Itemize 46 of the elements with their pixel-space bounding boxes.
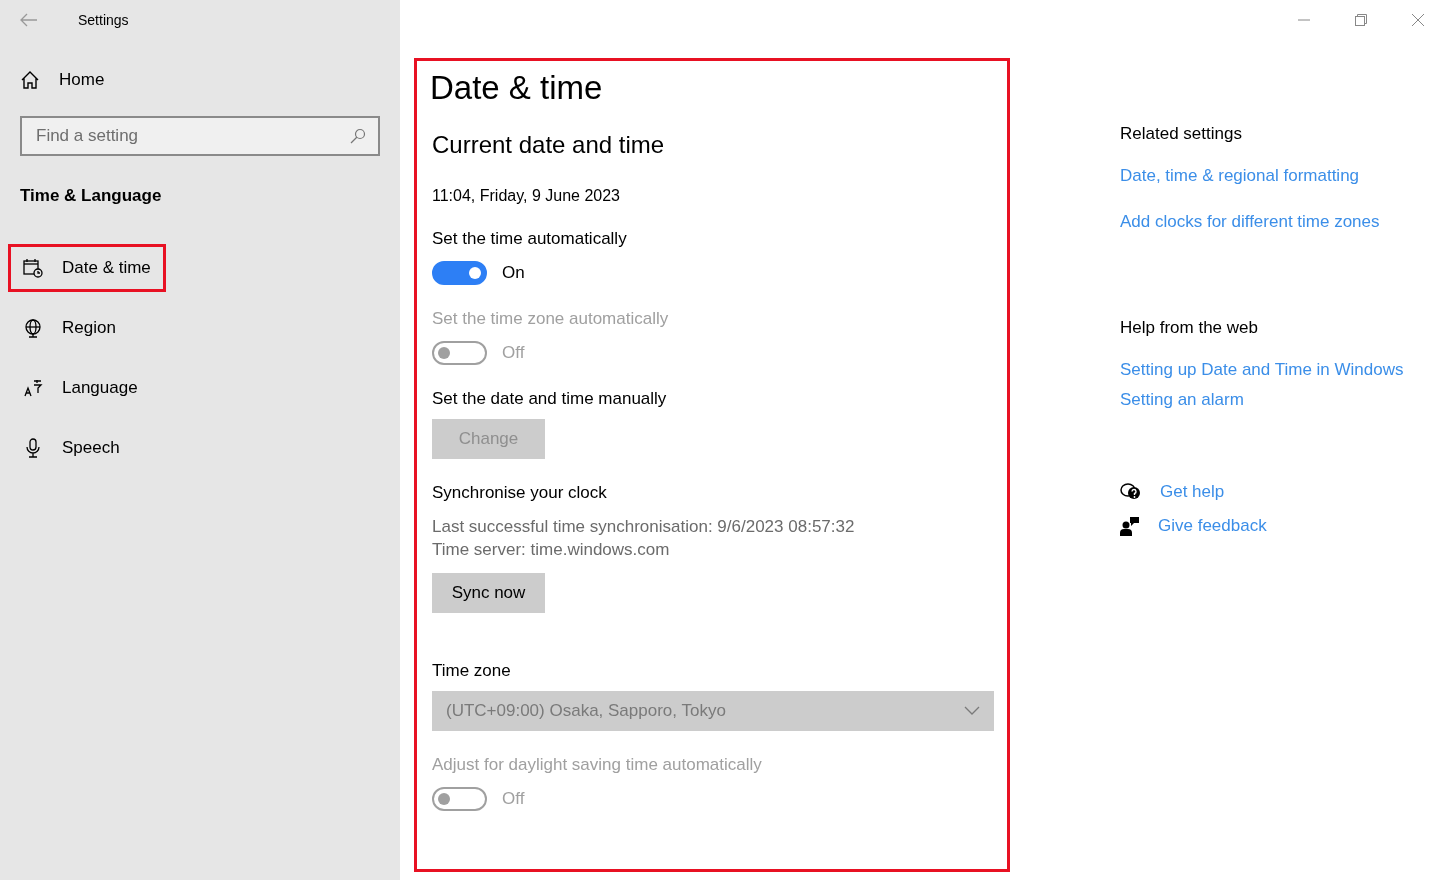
setting-label: Set the date and time manually [432,389,668,409]
close-icon [1411,14,1424,26]
sync-info: Time server: time.windows.com [432,539,671,561]
group-title: Related settings [1120,124,1243,144]
group-title: Help from the web [1120,318,1259,338]
setting-label: Adjust for daylight saving time automatically [432,755,763,775]
home-nav-item[interactable]: Home [20,70,380,90]
setting-label: Time zone [432,661,512,681]
page-title: Date & time [430,69,604,107]
person-feedback-icon [1120,516,1140,536]
globe-icon [23,318,43,338]
help-link[interactable]: Get help [1120,482,1404,502]
minimize-icon [1297,19,1310,21]
microphone-icon [23,438,43,458]
current-date-time: 11:04, Friday, 9 June 2023 [432,187,621,205]
back-button[interactable] [20,13,38,27]
sync-now-button[interactable]: Sync now [432,573,545,613]
restore-icon [1354,14,1367,26]
toggle-state: Off [502,789,525,809]
nav-item[interactable]: Language [8,364,153,412]
toggle-state: On [502,263,525,283]
back-arrow-icon [20,13,38,27]
nav-item[interactable]: Date & time [8,244,166,292]
setting-label: Set the time zone automatically [432,309,670,329]
sync-info: Last successful time synchronisation: 9/6/2023 08:57:32 [432,516,856,538]
link[interactable]: Date, time & regional formatting [1120,166,1404,186]
link[interactable]: Setting up Date and Time in Windows [1120,360,1404,380]
home-icon [20,70,40,90]
help-link[interactable]: Give feedback [1120,516,1404,536]
language-icon [23,378,43,398]
chevron-down-icon [964,706,980,716]
setting-label: Synchronise your clock [432,483,608,503]
setting-label: Set the time automatically [432,229,628,249]
chat-question-icon [1120,482,1142,502]
section-title: Time & Language [20,186,163,206]
calendar-clock-icon [23,258,43,278]
search-field[interactable]: Find a setting [20,116,380,156]
link[interactable]: Add clocks for different time zones [1120,212,1404,232]
window-title: Settings [78,12,129,28]
nav-item[interactable]: Speech [8,424,135,472]
nav-item[interactable]: Region [8,304,131,352]
toggle-state: Off [502,343,525,363]
toggle-switch[interactable] [432,261,487,285]
link[interactable]: Setting an alarm [1120,390,1404,410]
section-heading: Current date and time [432,131,666,159]
search-icon [350,128,366,144]
